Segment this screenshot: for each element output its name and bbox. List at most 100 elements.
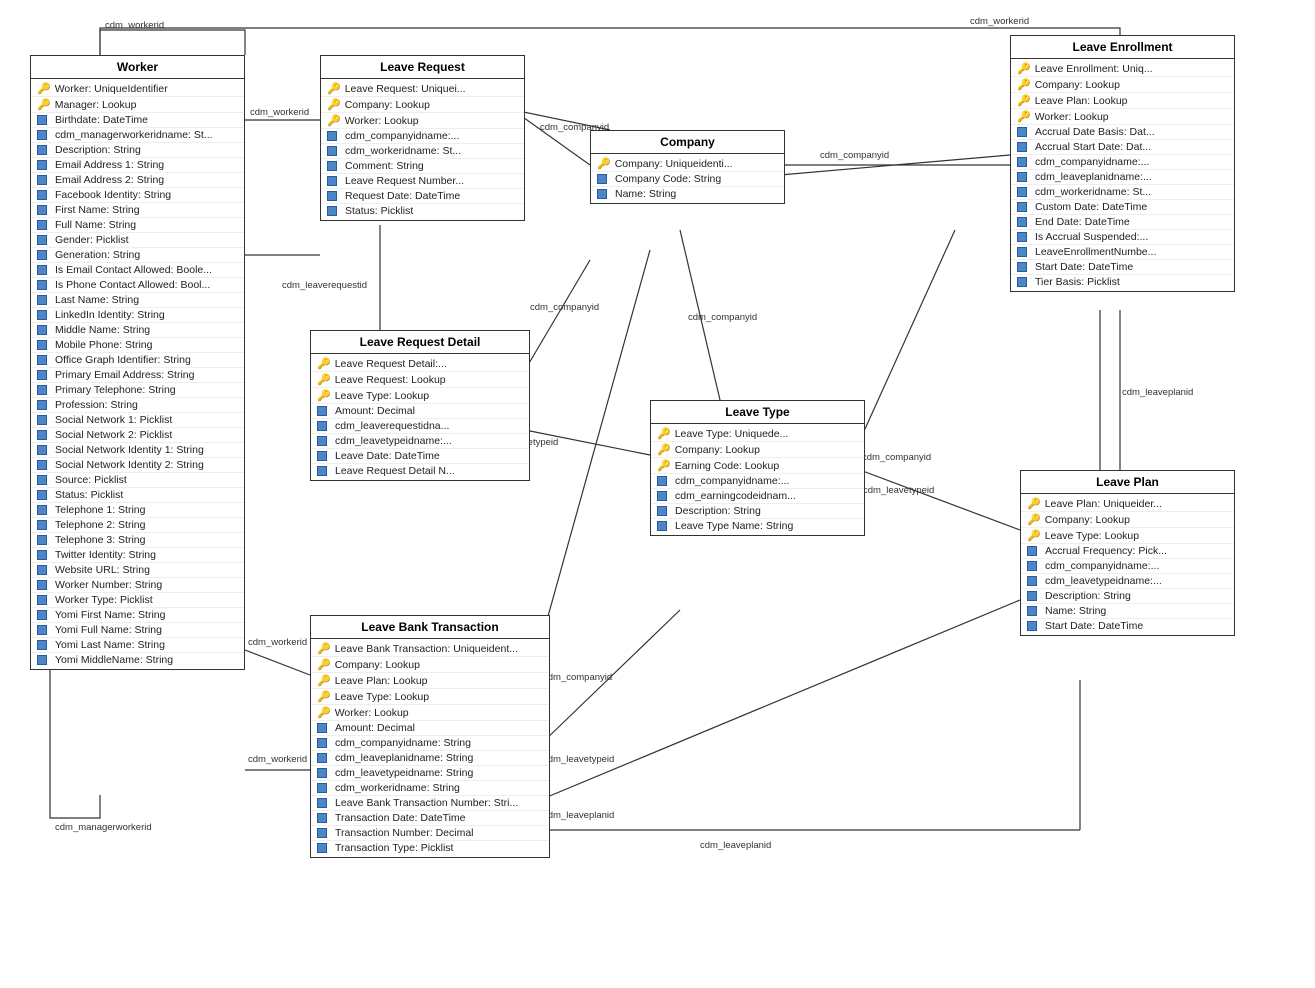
field-text: Office Graph Identifier: String [55, 354, 191, 366]
field-row: cdm_workeridname: St... [321, 144, 524, 159]
field-row: cdm_managerworkeridname: St... [31, 128, 244, 143]
field-icon [37, 595, 51, 605]
svg-text:cdm_workerid: cdm_workerid [250, 107, 309, 118]
field-text: Tier Basis: Picklist [1035, 276, 1120, 288]
field-text: Worker Type: Picklist [55, 594, 153, 606]
field-icon [317, 723, 331, 733]
field-icon [37, 220, 51, 230]
field-icon [1027, 561, 1041, 571]
field-text: First Name: String [55, 204, 140, 216]
field-text: Leave Bank Transaction Number: Stri... [335, 797, 518, 809]
key2-icon: 🔑 [317, 658, 331, 671]
field-text: Yomi MiddleName: String [55, 654, 173, 666]
field-row: Is Email Contact Allowed: Boole... [31, 263, 244, 278]
svg-text:cdm_leavetypeid: cdm_leavetypeid [543, 754, 614, 765]
field-row: cdm_leavetypeidname: String [311, 766, 549, 781]
field-text: Amount: Decimal [335, 722, 415, 734]
field-icon [37, 175, 51, 185]
field-row: Accrual Date Basis: Dat... [1011, 125, 1234, 140]
field-icon [317, 828, 331, 838]
field-text: Transaction Date: DateTime [335, 812, 466, 824]
key2-icon: 🔑 [1017, 110, 1031, 123]
field-icon [317, 451, 331, 461]
field-row: Tier Basis: Picklist [1011, 275, 1234, 289]
worker-entity: Worker 🔑Worker: UniqueIdentifier🔑Manager… [30, 55, 245, 670]
company-body: 🔑 Company: Uniqueidenti... Company Code: S… [591, 154, 784, 203]
field-icon [657, 491, 671, 501]
leave-bank-transaction-title: Leave Bank Transaction [361, 620, 498, 634]
leave-plan-header: Leave Plan [1021, 471, 1234, 494]
field-row: Transaction Date: DateTime [311, 811, 549, 826]
field-text: cdm_leaveplanidname:... [1035, 171, 1152, 183]
svg-text:cdm_workerid: cdm_workerid [970, 16, 1029, 27]
field-text: Telephone 2: String [55, 519, 145, 531]
field-row: 🔑Leave Request: Uniquei... [321, 81, 524, 97]
key-icon: 🔑 [37, 82, 51, 95]
field-text: Company: Lookup [345, 99, 430, 111]
field-row: 🔑Worker: UniqueIdentifier [31, 81, 244, 97]
field-row: 🔑Leave Request: Lookup [311, 372, 529, 388]
leave-plan-title: Leave Plan [1096, 475, 1159, 489]
field-icon [317, 436, 331, 446]
field-icon [317, 406, 331, 416]
field-icon [317, 421, 331, 431]
field-text: cdm_earningcodeidnam... [675, 490, 796, 502]
field-row: Facebook Identity: String [31, 188, 244, 203]
leave-bank-transaction-header: Leave Bank Transaction [311, 616, 549, 639]
key-icon: 🔑 [327, 82, 341, 95]
field-text: Company: Uniqueidenti... [615, 158, 733, 170]
field-icon [317, 798, 331, 808]
field-text: Description: String [55, 144, 141, 156]
field-text: Accrual Date Basis: Dat... [1035, 126, 1155, 138]
field-text: Company Code: String [615, 173, 721, 185]
field-icon [37, 430, 51, 440]
field-row: Profession: String [31, 398, 244, 413]
field-text: Name: String [615, 188, 676, 200]
field-row: 🔑Company: Lookup [321, 97, 524, 113]
field-text: Is Accrual Suspended:... [1035, 231, 1148, 243]
field-row: cdm_companyidname:... [1011, 155, 1234, 170]
field-row: Primary Email Address: String [31, 368, 244, 383]
field-row: Name: String [1021, 604, 1234, 619]
svg-text:cdm_leaveplanid: cdm_leaveplanid [543, 810, 614, 821]
worker-title: Worker [117, 60, 158, 74]
field-icon [1017, 172, 1031, 182]
field-row: cdm_workeridname: St... [1011, 185, 1234, 200]
field-row: Last Name: String [31, 293, 244, 308]
field-row: Office Graph Identifier: String [31, 353, 244, 368]
field-text: cdm_companyidname:... [675, 475, 789, 487]
field-row: Birthdate: DateTime [31, 113, 244, 128]
leave-enrollment-title: Leave Enrollment [1072, 40, 1172, 54]
field-row: cdm_earningcodeidnam... [651, 489, 864, 504]
field-text: Leave Type: Uniquede... [675, 428, 789, 440]
field-text: cdm_workeridname: St... [1035, 186, 1151, 198]
field-icon [327, 206, 341, 216]
field-row: cdm_companyidname:... [651, 474, 864, 489]
field-icon [37, 235, 51, 245]
field-text: Company: Lookup [675, 444, 760, 456]
key2-icon: 🔑 [1027, 529, 1041, 542]
svg-text:cdm_leavetypeid: cdm_leavetypeid [863, 485, 934, 496]
field-icon [37, 460, 51, 470]
field-text: Worker: Lookup [335, 707, 409, 719]
field-row: 🔑Worker: Lookup [1011, 109, 1234, 125]
field-text: cdm_companyidname:... [1045, 560, 1159, 572]
field-row: 🔑Leave Bank Transaction: Uniqueident... [311, 641, 549, 657]
field-row: 🔑Worker: Lookup [311, 705, 549, 721]
field-row: 🔑Leave Request Detail:... [311, 356, 529, 372]
leave-request-header: Leave Request [321, 56, 524, 79]
key-icon: 🔑 [657, 427, 671, 440]
field-icon [37, 370, 51, 380]
field-row: Leave Request Number... [321, 174, 524, 189]
field-text: Primary Email Address: String [55, 369, 194, 381]
field-icon [37, 385, 51, 395]
field-row: Twitter Identity: String [31, 548, 244, 563]
field-text: Leave Bank Transaction: Uniqueident... [335, 643, 518, 655]
key2-icon: 🔑 [657, 443, 671, 456]
key-icon: 🔑 [597, 157, 611, 170]
field-text: Leave Enrollment: Uniq... [1035, 63, 1153, 75]
field-icon [657, 476, 671, 486]
field-row: cdm_workeridname: String [311, 781, 549, 796]
field-row: 🔑Leave Type: Lookup [311, 388, 529, 404]
field-text: Is Email Contact Allowed: Boole... [55, 264, 212, 276]
